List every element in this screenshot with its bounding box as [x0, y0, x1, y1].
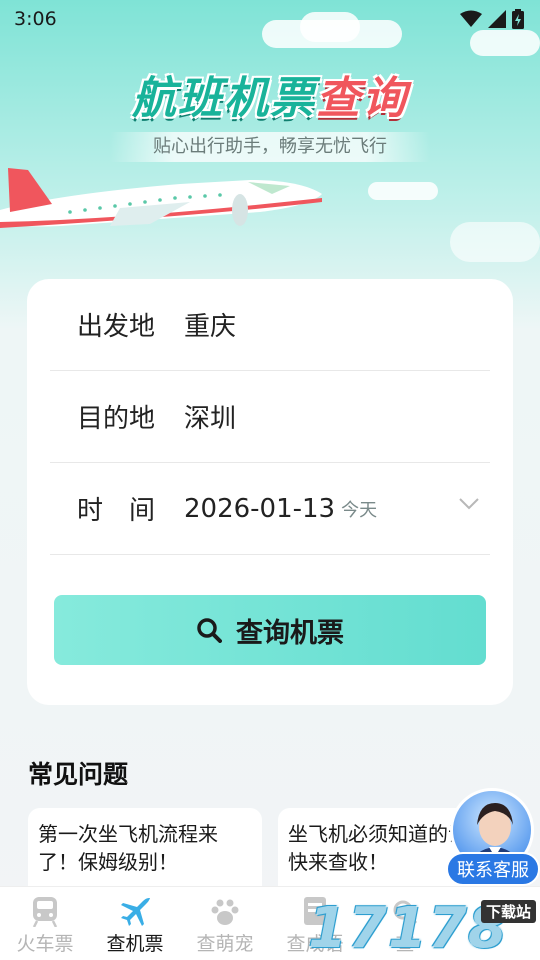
customer-service-button[interactable]: 联系客服: [446, 788, 540, 888]
site-watermark: 17178 下载站: [308, 896, 540, 960]
hero-title: 航班机票查询: [0, 62, 540, 126]
battery-icon: [512, 9, 524, 29]
destination-label: 目的地: [77, 404, 156, 434]
tab-train-tickets[interactable]: 火车票: [0, 895, 90, 956]
chevron-down-icon[interactable]: [458, 497, 480, 511]
cloud-decoration: [470, 30, 540, 56]
tab-pets[interactable]: 查萌宠: [180, 895, 270, 956]
cloud-decoration: [368, 182, 438, 200]
customer-service-label: 联系客服: [446, 852, 540, 886]
watermark-text: 17178: [308, 896, 508, 960]
wifi-icon: [460, 10, 482, 27]
destination-row[interactable]: 目的地 深圳: [50, 371, 490, 463]
date-label: 时 间: [77, 496, 156, 526]
date-today-tag: 今天: [341, 499, 378, 521]
status-time: 3:06: [14, 8, 57, 30]
hero-title-accent: 查询: [316, 73, 408, 124]
date-value[interactable]: 2026-01-13: [184, 494, 335, 524]
signal-icon: [488, 10, 506, 28]
cloud-decoration: [300, 12, 360, 42]
airplane-illustration: [0, 168, 322, 228]
search-button-label: 查询机票: [236, 617, 344, 649]
tab-flight-search[interactable]: 查机票: [90, 895, 180, 956]
faq-item-text: 第一次坐飞机流程来了！保姆级别！: [38, 822, 218, 874]
departure-city[interactable]: 重庆: [184, 306, 236, 343]
faq-title: 常见问题: [28, 760, 129, 789]
hero-title-main: 航班机票: [132, 73, 316, 124]
date-row[interactable]: 时 间 2026-01-13 今天: [50, 463, 490, 555]
cloud-decoration: [450, 222, 540, 262]
train-icon: [32, 897, 58, 927]
tab-label: 查机票: [106, 933, 164, 955]
search-icon: [197, 618, 222, 643]
watermark-tag: 下载站: [480, 900, 536, 923]
departure-row[interactable]: 出发地 重庆: [50, 279, 490, 371]
destination-city[interactable]: 深圳: [184, 398, 236, 435]
airplane-icon: [121, 898, 150, 926]
hero-subtitle: 贴心出行助手，畅享无忧飞行: [110, 132, 430, 162]
search-flights-button[interactable]: 查询机票: [54, 595, 486, 665]
tab-label: 火车票: [16, 933, 74, 955]
status-icons: [460, 9, 524, 29]
tab-label: 查萌宠: [196, 933, 254, 955]
paw-icon: [211, 899, 239, 925]
flight-search-card: 出发地 重庆 目的地 深圳 时 间 2026-01-13 今天 查询机票: [27, 279, 513, 705]
departure-label: 出发地: [77, 312, 156, 342]
